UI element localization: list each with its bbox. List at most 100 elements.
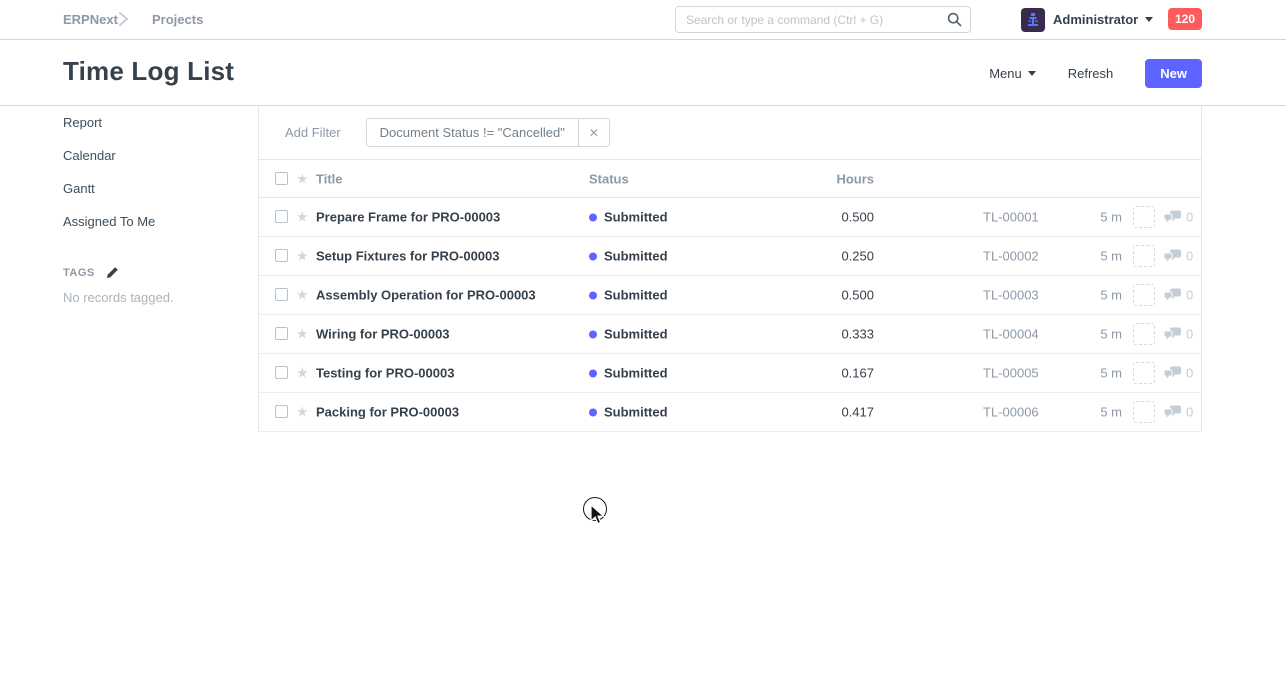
row-title-link[interactable]: Assembly Operation for PRO-00003 (316, 288, 536, 303)
breadcrumb-projects[interactable]: Projects (152, 0, 203, 39)
star-icon[interactable]: ★ (296, 405, 309, 419)
star-icon[interactable]: ★ (296, 249, 309, 263)
comments-icon (1164, 367, 1181, 380)
assign-placeholder[interactable] (1133, 245, 1155, 267)
active-filter-chip: Document Status != "Cancelled" ✕ (366, 118, 610, 147)
notification-badge[interactable]: 120 (1168, 8, 1202, 30)
comments-icon (1164, 289, 1181, 302)
status-label: Submitted (604, 249, 668, 264)
star-icon[interactable]: ★ (296, 210, 309, 224)
search-input[interactable] (686, 13, 947, 27)
assign-placeholder[interactable] (1133, 362, 1155, 384)
search-icon[interactable] (947, 12, 962, 27)
user-menu[interactable]: Administrator (1053, 0, 1153, 39)
doc-id-link[interactable]: TL-00006 (983, 405, 1039, 420)
status-dot-icon (589, 408, 597, 416)
status-dot-icon (589, 369, 597, 377)
assign-placeholder[interactable] (1133, 401, 1155, 423)
user-name-label: Administrator (1053, 12, 1138, 27)
comment-count[interactable]: 0 (1164, 249, 1193, 264)
comment-count[interactable]: 0 (1164, 405, 1193, 420)
status-dot-icon (589, 213, 597, 221)
new-button[interactable]: New (1145, 59, 1202, 88)
sidebar-item-gantt[interactable]: Gantt (63, 172, 243, 205)
table-row[interactable]: ★ Prepare Frame for PRO-00003 Submitted … (259, 198, 1201, 237)
comments-icon (1164, 250, 1181, 263)
select-all-checkbox[interactable] (275, 172, 288, 185)
sidebar-item-report[interactable]: Report (63, 106, 243, 139)
row-checkbox[interactable] (275, 249, 288, 262)
column-header-title[interactable]: Title (316, 171, 343, 186)
comment-count-label: 0 (1186, 249, 1193, 264)
hours-value: 0.250 (779, 249, 874, 264)
filter-chip-label[interactable]: Document Status != "Cancelled" (367, 119, 578, 146)
comment-count[interactable]: 0 (1164, 288, 1193, 303)
star-icon[interactable]: ★ (296, 288, 309, 302)
row-checkbox[interactable] (275, 327, 288, 340)
column-header-hours[interactable]: Hours (779, 171, 874, 186)
column-header-status[interactable]: Status (589, 171, 629, 186)
refresh-button[interactable]: Refresh (1068, 66, 1114, 81)
breadcrumb-chevron-icon (118, 12, 129, 31)
doc-id-link[interactable]: TL-00003 (983, 288, 1039, 303)
menu-button[interactable]: Menu (989, 66, 1036, 81)
filter-bar: Add Filter Document Status != "Cancelled… (259, 106, 1201, 160)
row-title-link[interactable]: Setup Fixtures for PRO-00003 (316, 249, 500, 264)
star-icon[interactable]: ★ (296, 171, 309, 185)
table-row[interactable]: ★ Assembly Operation for PRO-00003 Submi… (259, 276, 1201, 315)
row-checkbox[interactable] (275, 288, 288, 301)
comment-count-label: 0 (1186, 210, 1193, 225)
tags-empty-text: No records tagged. (63, 290, 243, 305)
modified-ago: 5 m (1049, 405, 1122, 420)
modified-ago: 5 m (1049, 327, 1122, 342)
modified-ago: 5 m (1049, 288, 1122, 303)
row-checkbox[interactable] (275, 405, 288, 418)
remove-filter-icon[interactable]: ✕ (578, 119, 609, 146)
table-row[interactable]: ★ Wiring for PRO-00003 Submitted 0.333 T… (259, 315, 1201, 354)
time-log-list: Add Filter Document Status != "Cancelled… (258, 106, 1202, 432)
doc-id-link[interactable]: TL-00001 (983, 210, 1039, 225)
star-icon[interactable]: ★ (296, 327, 309, 341)
mouse-cursor-icon (590, 504, 605, 531)
table-row[interactable]: ★ Testing for PRO-00003 Submitted 0.167 … (259, 354, 1201, 393)
global-search[interactable] (675, 6, 971, 33)
table-row[interactable]: ★ Setup Fixtures for PRO-00003 Submitted… (259, 237, 1201, 276)
hours-value: 0.417 (779, 405, 874, 420)
doc-id-link[interactable]: TL-00002 (983, 249, 1039, 264)
row-checkbox[interactable] (275, 366, 288, 379)
user-avatar[interactable] (1021, 8, 1045, 32)
comment-count-label: 0 (1186, 405, 1193, 420)
assign-placeholder[interactable] (1133, 284, 1155, 306)
doc-id-link[interactable]: TL-00005 (983, 366, 1039, 381)
chevron-down-icon (1028, 71, 1036, 76)
sidebar-item-calendar[interactable]: Calendar (63, 139, 243, 172)
status-label: Submitted (604, 327, 668, 342)
row-title-link[interactable]: Testing for PRO-00003 (316, 366, 454, 381)
comment-count[interactable]: 0 (1164, 327, 1193, 342)
star-icon[interactable]: ★ (296, 366, 309, 380)
modified-ago: 5 m (1049, 366, 1122, 381)
row-title-link[interactable]: Wiring for PRO-00003 (316, 327, 450, 342)
comment-count[interactable]: 0 (1164, 366, 1193, 381)
app-brand-link[interactable]: ERPNext (63, 0, 118, 39)
comments-icon (1164, 328, 1181, 341)
doc-id-link[interactable]: TL-00004 (983, 327, 1039, 342)
assign-placeholder[interactable] (1133, 206, 1155, 228)
comments-icon (1164, 406, 1181, 419)
row-title-link[interactable]: Prepare Frame for PRO-00003 (316, 210, 500, 225)
hours-value: 0.333 (779, 327, 874, 342)
tags-section-header: TAGS (63, 266, 243, 280)
page-header: Time Log List Menu Refresh New (0, 40, 1286, 106)
table-row[interactable]: ★ Packing for PRO-00003 Submitted 0.417 … (259, 393, 1201, 432)
page-title: Time Log List (63, 56, 234, 87)
sidebar-item-assigned-to-me[interactable]: Assigned To Me (63, 205, 243, 238)
row-checkbox[interactable] (275, 210, 288, 223)
tags-heading: TAGS (63, 267, 95, 279)
assign-placeholder[interactable] (1133, 323, 1155, 345)
edit-tags-pencil-icon[interactable] (105, 266, 119, 280)
add-filter-button[interactable]: Add Filter (285, 125, 341, 140)
comment-count[interactable]: 0 (1164, 210, 1193, 225)
status-badge: Submitted (589, 288, 668, 303)
hours-value: 0.167 (779, 366, 874, 381)
row-title-link[interactable]: Packing for PRO-00003 (316, 405, 459, 420)
